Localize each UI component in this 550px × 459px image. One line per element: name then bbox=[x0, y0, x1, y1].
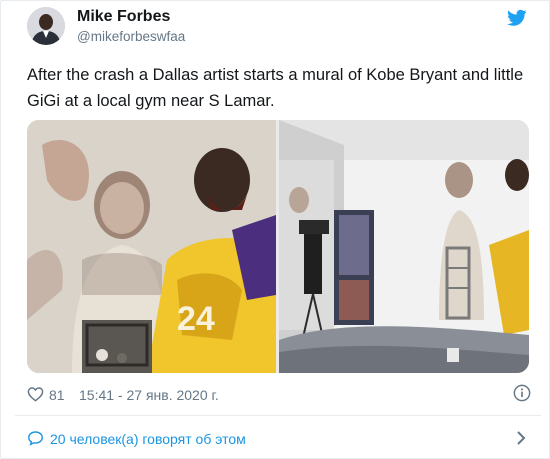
avatar-image bbox=[27, 7, 65, 45]
chevron-right-icon bbox=[517, 431, 526, 445]
divider bbox=[15, 415, 541, 416]
info-icon[interactable] bbox=[513, 384, 531, 402]
like-count[interactable]: 81 bbox=[49, 387, 65, 403]
tweet-text: After the crash a Dallas artist starts a… bbox=[27, 66, 524, 110]
twitter-bird-icon[interactable] bbox=[507, 9, 527, 27]
mural-photo-left[interactable]: 24 bbox=[27, 120, 276, 373]
mural-photo-left-image: 24 bbox=[27, 120, 276, 373]
mural-photo-right[interactable] bbox=[279, 120, 529, 373]
tweet-header: Mike Forbes @mikeforbeswfaa bbox=[1, 1, 549, 57]
tweet-media: 24 bbox=[27, 120, 529, 373]
tweet-card: Mike Forbes @mikeforbeswfaa After the cr… bbox=[0, 0, 550, 459]
author-handle[interactable]: @mikeforbeswfaa bbox=[77, 29, 185, 44]
tweet-timestamp[interactable]: 15:41 - 27 янв. 2020 г. bbox=[79, 387, 219, 403]
discussion-text: 20 человек(а) говорят об этом bbox=[50, 431, 246, 447]
author-name[interactable]: Mike Forbes bbox=[77, 8, 170, 26]
mural-photo-right-image bbox=[279, 120, 529, 373]
chat-bubble-icon bbox=[28, 431, 43, 446]
svg-text:24: 24 bbox=[177, 300, 215, 338]
heart-icon[interactable] bbox=[27, 386, 44, 402]
discussion-link[interactable]: 20 человек(а) говорят об этом bbox=[15, 419, 541, 457]
tweet-meta: 81 15:41 - 27 янв. 2020 г. bbox=[27, 384, 531, 406]
avatar[interactable] bbox=[27, 7, 65, 45]
